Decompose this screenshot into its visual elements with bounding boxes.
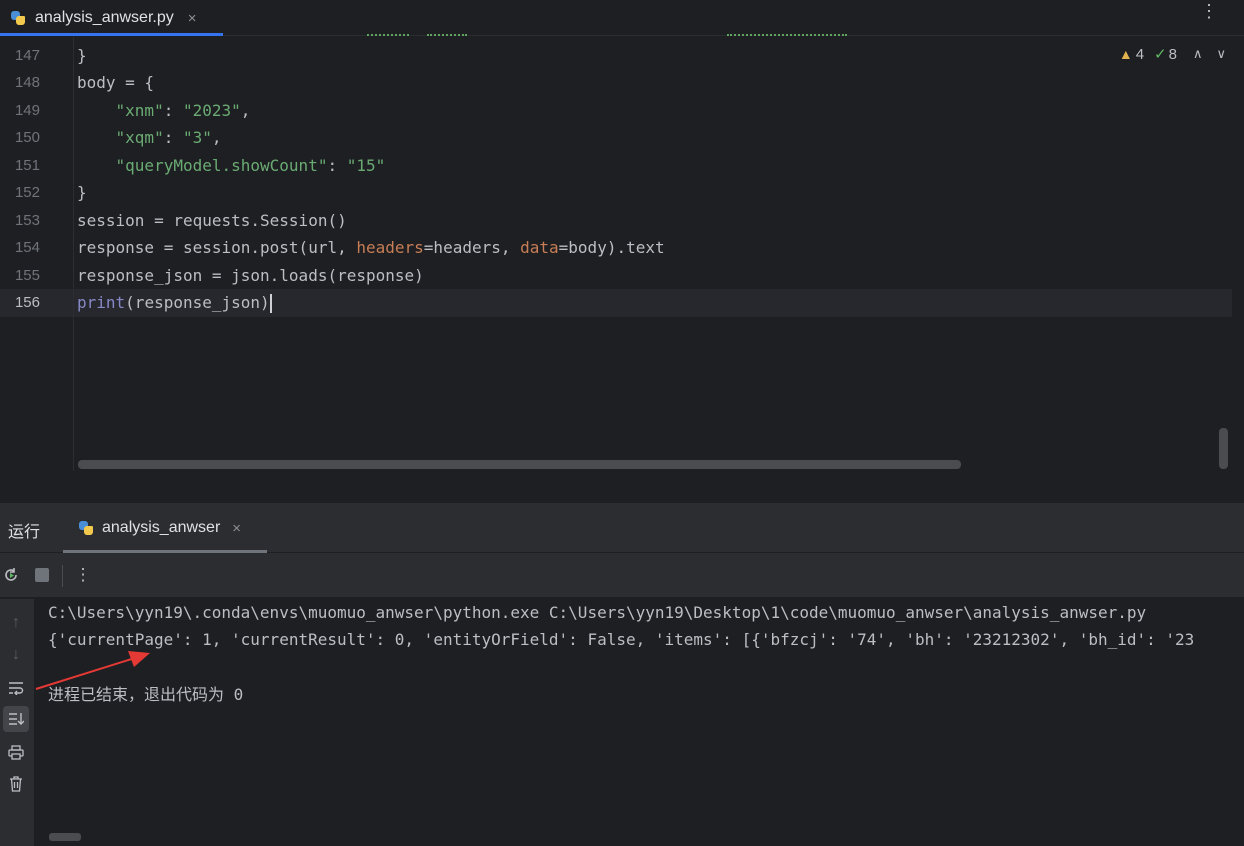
line-number: 148 xyxy=(14,74,40,91)
console-command-line: C:\Users\yyn19\.conda\envs\muomuo_anwser… xyxy=(48,603,1147,622)
string-literal: "2023" xyxy=(182,101,241,120)
code-line: } xyxy=(77,46,87,65)
run-tab-analysis-anwser[interactable]: analysis_anwser × xyxy=(63,503,267,553)
string-literal: "xqm" xyxy=(115,128,164,147)
line-number-current: 156 xyxy=(14,294,40,311)
run-toolbar: ⋮ xyxy=(0,553,1244,598)
editor-horizontal-scrollbar[interactable] xyxy=(78,460,961,469)
line-number: 155 xyxy=(14,267,40,284)
code-line-current: print(response_json) xyxy=(77,293,272,313)
print-icon[interactable] xyxy=(3,739,29,765)
console-side-toolbar: ↑ ↓ xyxy=(0,599,34,846)
builtin-function: print xyxy=(77,293,126,312)
run-tab-label: analysis_anwser xyxy=(102,519,221,536)
panel-splitter[interactable] xyxy=(0,471,1244,503)
code-line: } xyxy=(77,183,87,202)
editor-tab-label: analysis_anwser.py xyxy=(35,9,174,26)
string-literal: "15" xyxy=(346,156,386,175)
soft-wrap-icon[interactable] xyxy=(3,675,29,701)
python-run-icon xyxy=(78,520,94,536)
keyword-argument: data xyxy=(520,238,559,257)
inspection-underline xyxy=(727,33,847,36)
inspection-widget[interactable]: ▲ 4 ✓ 8 ∧ ∨ xyxy=(1118,45,1226,64)
run-panel-header: 运行 analysis_anwser × xyxy=(0,503,1244,553)
close-icon[interactable]: × xyxy=(188,10,197,27)
line-number: 152 xyxy=(14,184,40,201)
code-line: session = requests.Session() xyxy=(77,211,347,230)
close-icon[interactable]: × xyxy=(232,520,241,537)
line-number: 149 xyxy=(14,102,40,119)
active-tab-indicator xyxy=(0,33,223,36)
toolbar-separator xyxy=(62,565,63,587)
code-line: "queryModel.showCount": "15" xyxy=(115,156,386,175)
weak-warning-count: 8 xyxy=(1168,45,1177,63)
arrow-up-icon[interactable]: ↑ xyxy=(3,610,29,636)
more-options-icon[interactable]: ⋮ xyxy=(72,564,94,586)
string-literal: "3" xyxy=(182,128,212,147)
code-line: "xqm": "3", xyxy=(115,128,222,147)
trash-icon[interactable] xyxy=(3,771,29,797)
text-caret xyxy=(269,294,272,313)
line-number: 154 xyxy=(14,239,40,256)
stop-icon[interactable] xyxy=(31,564,53,586)
editor-tab-analysis-anwser[interactable]: analysis_anwser.py × xyxy=(0,0,223,36)
inspection-underline xyxy=(427,33,467,36)
code-editor[interactable]: 147 148 149 150 151 152 153 154 155 156 … xyxy=(0,37,1244,471)
warning-icon: ▲ xyxy=(1118,46,1133,62)
more-options-icon[interactable]: ⋮ xyxy=(1200,2,1218,20)
line-number-gutter: 147 148 149 150 151 152 153 154 155 156 xyxy=(0,37,74,471)
string-literal: "queryModel.showCount" xyxy=(115,156,328,175)
string-literal: "xnm" xyxy=(115,101,164,120)
code-line: response = session.post(url, headers=hea… xyxy=(77,238,665,257)
console-horizontal-scrollbar[interactable] xyxy=(49,833,81,841)
arrow-down-icon[interactable]: ↓ xyxy=(3,642,29,668)
line-number: 147 xyxy=(14,47,40,64)
rerun-icon[interactable] xyxy=(0,564,22,586)
warning-count: 4 xyxy=(1135,45,1145,63)
code-line: body = { xyxy=(77,73,155,92)
run-panel-title: 运行 xyxy=(8,524,41,541)
editor-tab-bar: analysis_anwser.py × ⋮ xyxy=(0,0,1244,36)
console-exit-message: 进程已结束，退出代码为 0 xyxy=(48,685,244,704)
keyword-argument: headers xyxy=(356,238,424,257)
line-number: 151 xyxy=(14,157,40,174)
run-console-output[interactable]: C:\Users\yyn19\.conda\envs\muomuo_anwser… xyxy=(34,599,1244,846)
check-icon: ✓ xyxy=(1154,46,1167,63)
chevron-up-icon[interactable]: ∧ xyxy=(1193,46,1203,62)
inspection-underline xyxy=(367,33,409,36)
scroll-to-end-icon[interactable] xyxy=(3,706,29,732)
line-number: 153 xyxy=(14,212,40,229)
chevron-down-icon[interactable]: ∨ xyxy=(1216,46,1226,62)
code-line: response_json = json.loads(response) xyxy=(77,266,424,285)
console-output-line: {'currentPage': 1, 'currentResult': 0, '… xyxy=(48,630,1195,649)
editor-vertical-scrollbar[interactable] xyxy=(1219,428,1228,469)
python-file-icon xyxy=(10,10,26,26)
line-number: 150 xyxy=(14,129,40,146)
code-line: "xnm": "2023", xyxy=(115,101,251,120)
